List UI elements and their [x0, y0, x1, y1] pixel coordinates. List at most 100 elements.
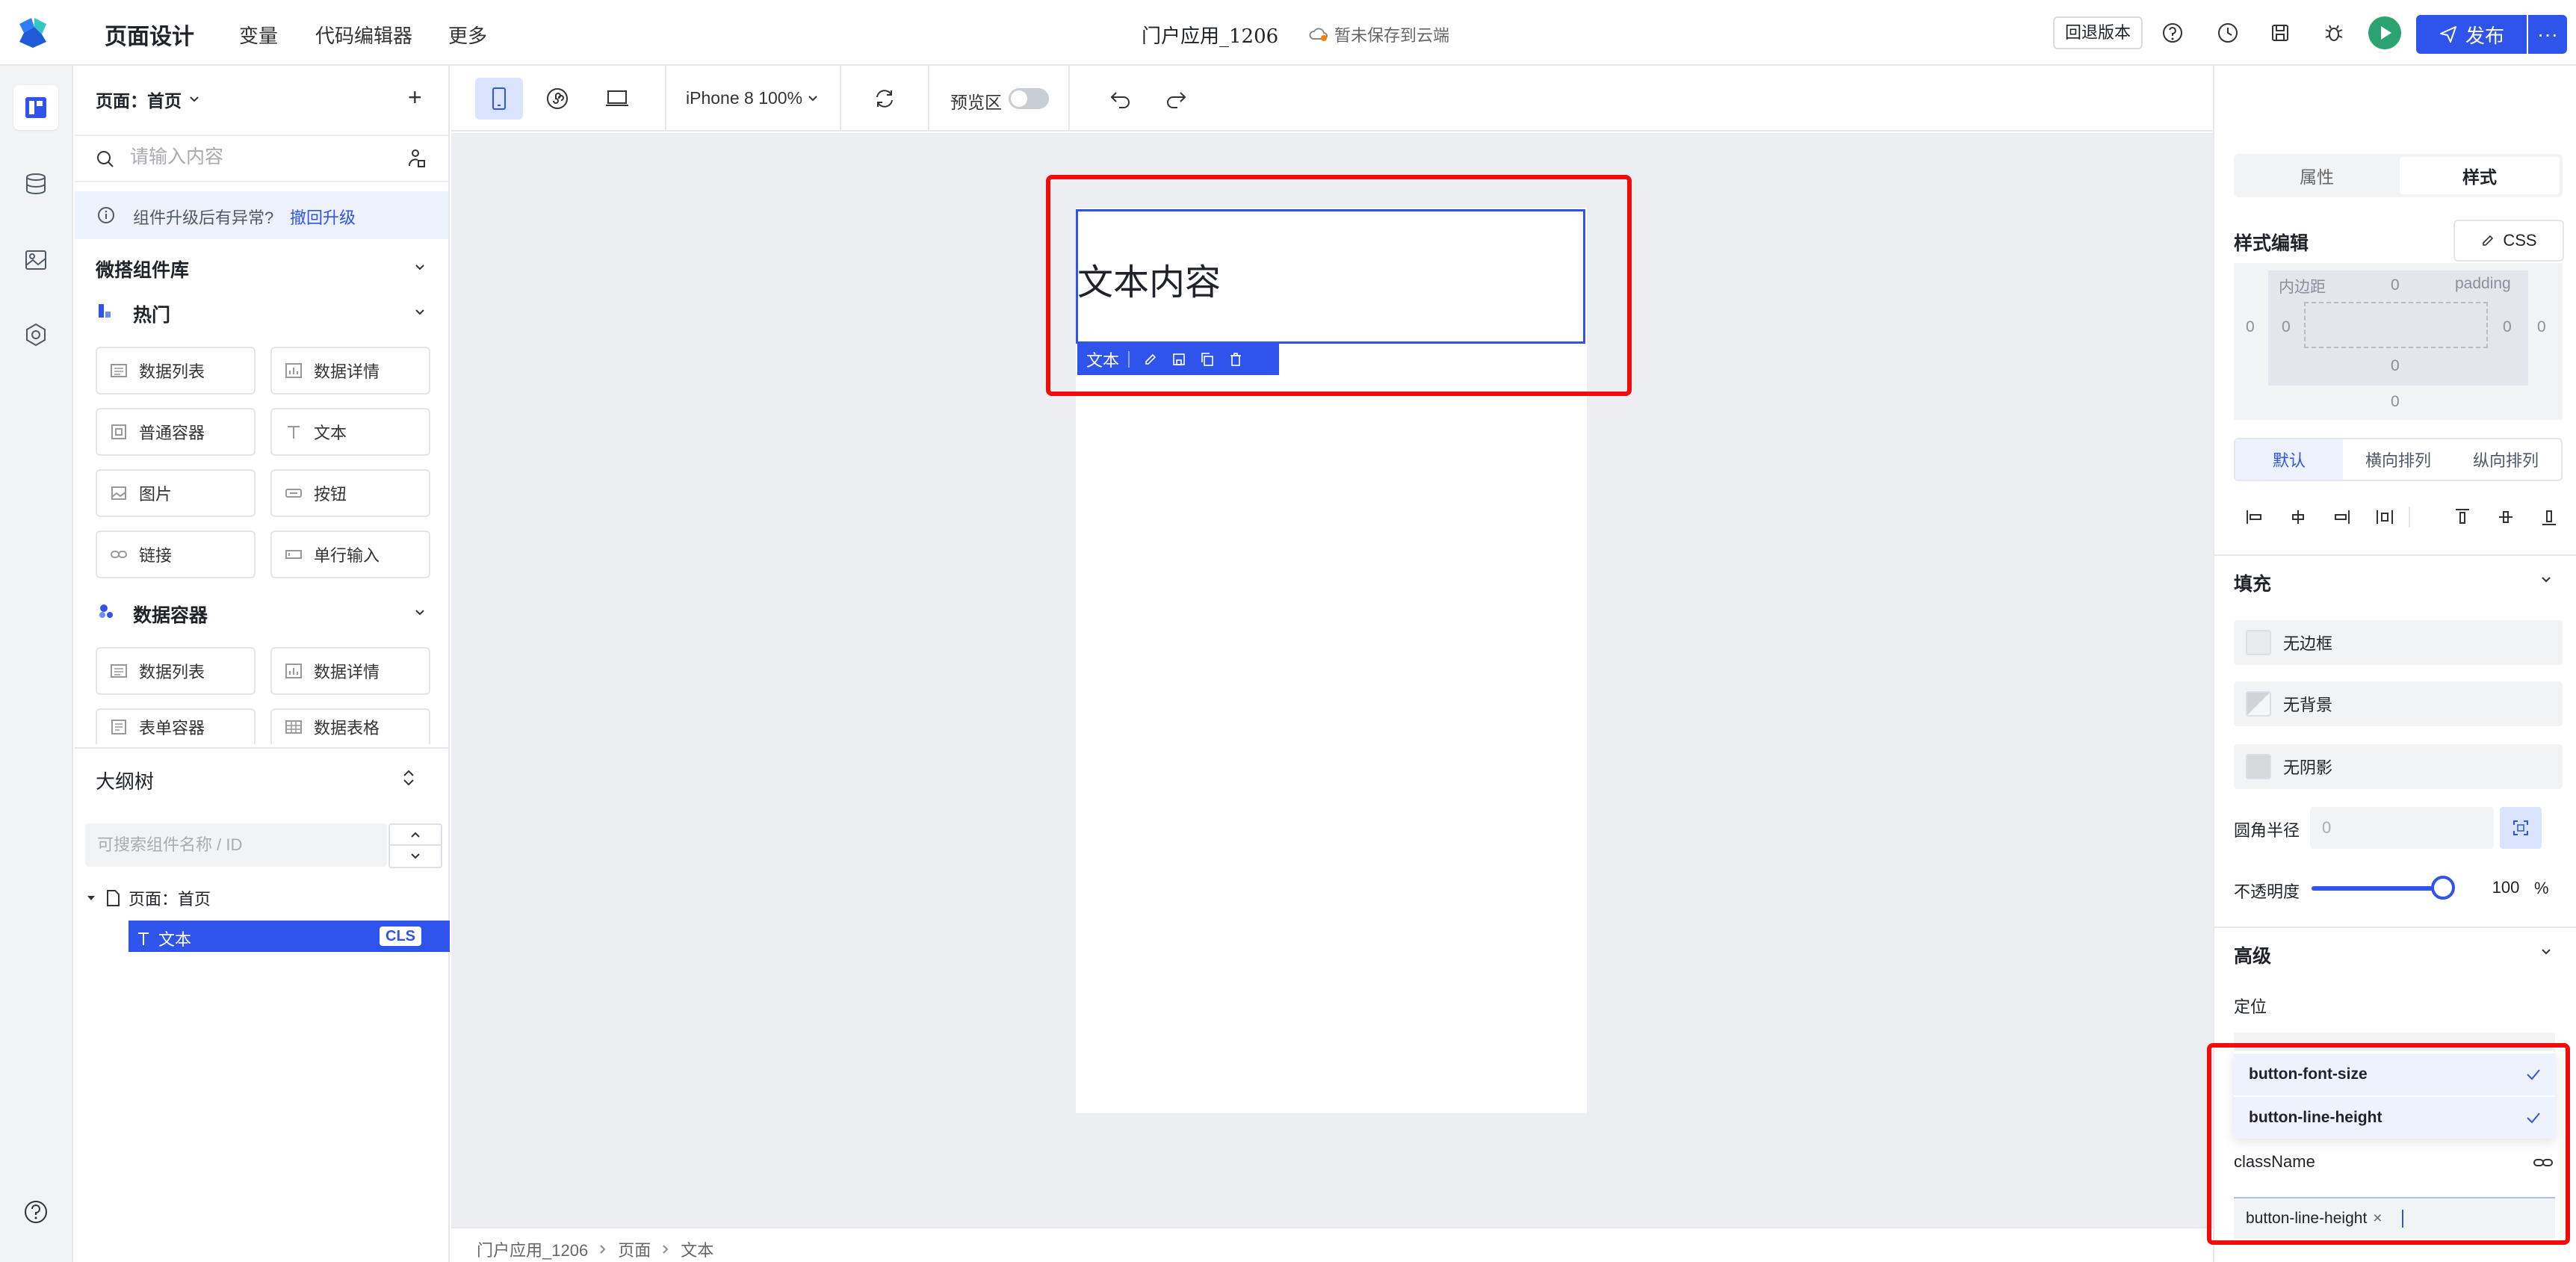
margin-right-value[interactable]: 0 [2537, 318, 2546, 336]
shadow-swatch [2246, 754, 2271, 779]
miniprogram-view-button[interactable] [533, 78, 581, 120]
preview-toggle[interactable] [1009, 88, 1049, 109]
layout-default[interactable]: 默认 [2235, 439, 2343, 480]
margin-bottom-value[interactable]: 0 [2391, 393, 2400, 411]
padding-bottom-value[interactable]: 0 [2391, 357, 2400, 375]
component-button[interactable]: 按钮 [270, 469, 430, 517]
component-image[interactable]: 图片 [96, 469, 256, 517]
tab-properties[interactable]: 属性 [2237, 157, 2397, 194]
ellipsis-icon: ··· [2537, 22, 2558, 46]
list-icon [109, 661, 129, 681]
info-icon [97, 206, 115, 224]
component-data-list[interactable]: 数据列表 [96, 347, 256, 395]
component-data-table[interactable]: 数据表格 [270, 708, 430, 744]
chevron-up-icon[interactable] [390, 825, 441, 846]
rail-media[interactable] [13, 238, 58, 282]
breadcrumb-page[interactable]: 页面 [618, 1237, 651, 1261]
revert-upgrade-link[interactable]: 撤回升级 [290, 205, 356, 229]
rail-settings[interactable] [13, 312, 58, 357]
border-setting[interactable]: 无边框 [2234, 620, 2563, 665]
layout-vertical[interactable]: 纵向排列 [2452, 439, 2560, 480]
run-preview-button[interactable] [2368, 16, 2401, 49]
margin-left-value[interactable]: 0 [2246, 318, 2255, 336]
breadcrumb: 门户应用_1206 页面 文本 [477, 1237, 713, 1261]
opacity-slider-knob[interactable] [2431, 876, 2455, 900]
align-middle-icon[interactable] [2494, 505, 2518, 529]
rail-page-design[interactable] [13, 85, 58, 130]
component-label: 表单容器 [139, 719, 205, 737]
chevron-down-icon[interactable] [2539, 572, 2554, 587]
more-actions-button[interactable]: ··· [2528, 15, 2567, 54]
outline-root-node[interactable]: 页面：首页 [85, 886, 211, 910]
outline-selected-label: 文本 [158, 930, 192, 949]
padding-top-value[interactable]: 0 [2391, 276, 2400, 294]
background-setting[interactable]: 无背景 [2234, 681, 2563, 726]
shadow-setting[interactable]: 无阴影 [2234, 744, 2563, 789]
chevron-down-icon[interactable] [390, 846, 441, 867]
breadcrumb-text[interactable]: 文本 [681, 1237, 713, 1261]
debug-bug-icon[interactable] [2320, 19, 2347, 46]
distribute-h-icon[interactable] [2373, 505, 2397, 529]
expand-collapse-icon[interactable] [400, 768, 417, 788]
component-data-detail[interactable]: 数据详情 [270, 347, 430, 395]
background-swatch [2246, 691, 2271, 717]
chevron-down-icon[interactable] [2539, 944, 2554, 959]
save-icon[interactable] [2267, 19, 2294, 46]
component-container[interactable]: 普通容器 [96, 408, 256, 456]
tab-style[interactable]: 样式 [2400, 157, 2560, 194]
opacity-label: 不透明度 [2234, 882, 2300, 901]
add-page-button[interactable]: + [408, 84, 422, 111]
component-search-input[interactable] [130, 146, 384, 168]
position-label: 定位 [2234, 997, 2267, 1016]
nav-more[interactable]: 更多 [448, 21, 487, 49]
rollback-version-button[interactable]: 回退版本 [2053, 16, 2143, 49]
history-icon[interactable] [2214, 19, 2241, 46]
align-right-icon[interactable] [2329, 505, 2353, 529]
chevron-down-icon[interactable] [412, 305, 427, 320]
chevron-down-icon [188, 93, 201, 106]
chevron-down-icon[interactable] [412, 260, 427, 275]
component-data-detail[interactable]: 数据详情 [270, 647, 430, 695]
undo-button[interactable] [1097, 78, 1145, 120]
layout-icon [23, 95, 49, 120]
data-container-group-icon [97, 602, 115, 620]
radius-corners-button[interactable] [2500, 807, 2542, 849]
chevron-down-icon[interactable] [412, 605, 427, 620]
component-data-list[interactable]: 数据列表 [96, 647, 256, 695]
css-editor-button[interactable]: CSS [2453, 220, 2564, 262]
component-form-container[interactable]: 表单容器 [96, 708, 256, 744]
app-title: 页面设计 [105, 25, 194, 49]
component-text[interactable]: 文本 [270, 408, 430, 456]
align-bottom-icon[interactable] [2537, 505, 2561, 529]
nav-code-editor[interactable]: 代码编辑器 [315, 21, 412, 49]
align-top-icon[interactable] [2450, 505, 2474, 529]
chevron-down-icon [807, 93, 819, 105]
help-icon[interactable] [2159, 19, 2186, 46]
opacity-value[interactable]: 100 [2468, 873, 2543, 903]
nav-variables[interactable]: 变量 [239, 21, 278, 49]
component-single-input[interactable]: 单行输入 [270, 531, 430, 578]
page-selector[interactable]: 页面：首页 [96, 87, 201, 112]
align-left-icon[interactable] [2243, 505, 2267, 529]
publish-button[interactable]: 发布 [2416, 15, 2527, 54]
desktop-view-button[interactable] [593, 78, 641, 120]
radius-input[interactable]: 0 [2310, 807, 2494, 849]
breadcrumb-app[interactable]: 门户应用_1206 [477, 1237, 588, 1261]
layout-horizontal[interactable]: 横向排列 [2344, 439, 2452, 480]
component-link[interactable]: 链接 [96, 531, 256, 578]
padding-right-value[interactable]: 0 [2503, 318, 2512, 336]
device-selector[interactable]: iPhone 8 100% [686, 88, 819, 108]
padding-left-value[interactable]: 0 [2282, 318, 2291, 336]
refresh-button[interactable] [861, 78, 908, 120]
input-icon [284, 545, 303, 564]
container-icon [109, 422, 129, 442]
rail-database[interactable] [13, 161, 58, 206]
align-center-h-icon[interactable] [2286, 505, 2310, 529]
outline-search-input[interactable] [85, 823, 387, 867]
rail-help[interactable] [13, 1190, 58, 1234]
mobile-view-button[interactable] [475, 78, 523, 120]
outline-selected-node[interactable]: 文本 CLS [129, 921, 450, 952]
component-manager-icon[interactable] [406, 148, 427, 169]
redo-button[interactable] [1152, 78, 1200, 120]
divider [1068, 66, 1070, 132]
